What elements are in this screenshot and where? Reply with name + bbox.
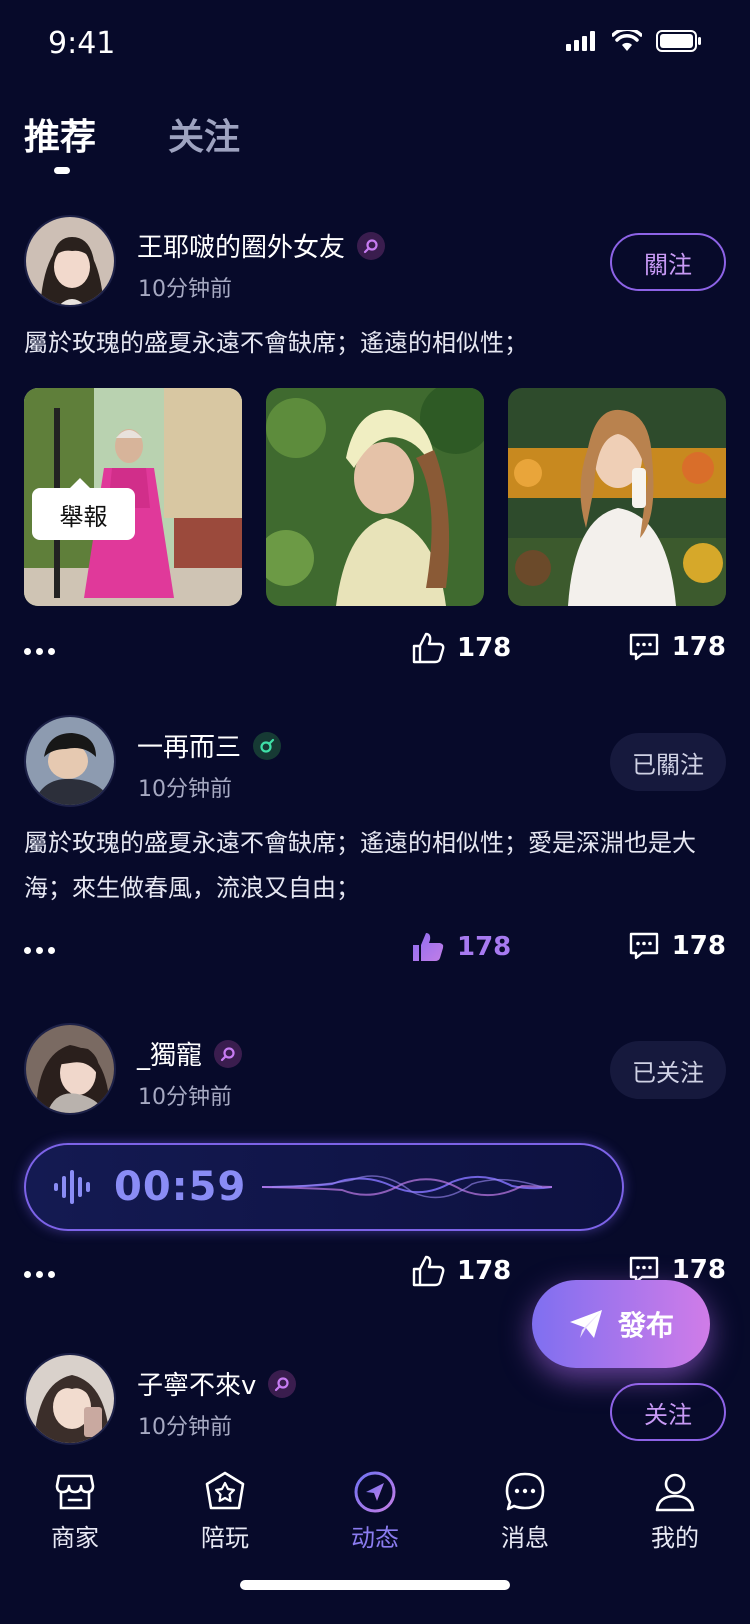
badge-star-icon [205,1471,245,1510]
username-text: 一再而三 [137,733,242,763]
like-button[interactable]: 178 [411,931,511,963]
female-icon [214,1039,243,1068]
avatar[interactable] [24,1353,116,1445]
status-icons [566,30,702,52]
post-header: 一再而三 10分钟前 已關注 [24,715,726,811]
comment-count: 178 [671,931,726,961]
more-button[interactable] [24,941,55,960]
nav-label: 消息 [501,1524,549,1552]
like-count: 178 [457,932,512,962]
post-header: _獨寵 10分钟前 已关注 [24,1023,726,1119]
comment-count: 178 [671,1255,726,1285]
comment-icon [629,633,658,661]
avatar[interactable] [24,1023,116,1115]
username[interactable]: 子寧不來v [137,1365,297,1402]
report-tooltip[interactable]: 舉報 [32,478,135,540]
post-text: 屬於玫瑰的盛夏永遠不會缺席；遙遠的相似性；愛是深淵也是大海；來生做春風，流浪又自… [24,829,696,902]
waveform-graphic [262,1175,553,1199]
audio-wave-icon [54,1170,90,1204]
battery-icon [656,30,701,52]
username-text: 子寧不來v [137,1371,257,1401]
nav-item-profile[interactable]: 我的 [625,1470,725,1553]
username[interactable]: 王耶啵的圈外女友 [137,227,386,264]
post-actions: 178 178 [24,626,726,690]
comment-icon [629,932,658,960]
send-icon [569,1310,602,1338]
username-text: 王耶啵的圈外女友 [137,233,346,263]
store-icon [55,1474,95,1510]
like-button[interactable]: 178 [411,1255,511,1287]
nav-label: 动态 [351,1524,399,1552]
publish-button[interactable]: 發布 [532,1280,710,1368]
post: 王耶啵的圈外女友 10分钟前 關注 屬於玫瑰的盛夏永遠不會缺席；遙遠的相似性； [0,215,750,695]
home-indicator [240,1580,510,1590]
tab-following[interactable]: 关注 [168,108,240,160]
status-time: 9:41 [48,26,116,61]
tab-indicator [54,167,70,174]
post-time: 10分钟前 [138,1085,232,1110]
post-photo[interactable] [508,388,726,606]
feed-tabs: 推荐 关注 [24,108,240,160]
following-button[interactable]: 已關注 [610,733,726,791]
female-icon [268,1369,297,1398]
bottom-nav: 商家 陪玩 动态 消息 我的 [0,1460,750,1624]
nav-item-store[interactable]: 商家 [25,1470,125,1553]
post-time: 10分钟前 [138,777,232,802]
post-time: 10分钟前 [138,1415,232,1440]
voice-message[interactable]: 00:59 [24,1143,624,1231]
feed[interactable]: 王耶啵的圈外女友 10分钟前 關注 屬於玫瑰的盛夏永遠不會缺席；遙遠的相似性； [0,215,750,1460]
post-actions: 178 178 [24,925,726,989]
following-button[interactable]: 已关注 [610,1041,726,1099]
comment-button[interactable]: 178 [628,931,726,961]
username[interactable]: 一再而三 [137,727,282,764]
thumb-up-icon [412,632,445,664]
message-icon [505,1472,545,1511]
status-bar: 9:41 [0,0,750,90]
more-button[interactable] [24,1265,55,1284]
compass-icon [354,1471,396,1513]
post-text: 屬於玫瑰的盛夏永遠不會缺席；遙遠的相似性； [24,329,528,357]
follow-button[interactable]: 關注 [610,233,726,291]
female-icon [357,231,386,260]
nav-item-messages[interactable]: 消息 [475,1470,575,1553]
tab-recommend[interactable]: 推荐 [24,108,96,160]
nav-item-feed[interactable]: 动态 [325,1470,425,1553]
avatar[interactable] [24,215,116,307]
comment-count: 178 [671,632,726,662]
wifi-icon [612,30,642,51]
like-count: 178 [457,1256,512,1286]
follow-button[interactable]: 关注 [610,1383,726,1441]
username-text: _獨寵 [137,1041,203,1071]
post-header: 王耶啵的圈外女友 10分钟前 關注 [24,215,726,311]
comment-button[interactable]: 178 [628,632,726,662]
like-count: 178 [457,633,512,663]
publish-label: 發布 [617,1309,674,1342]
user-icon [655,1473,695,1512]
like-button[interactable]: 178 [411,632,511,664]
avatar[interactable] [24,715,116,807]
thumb-up-icon [412,1255,445,1287]
nav-label: 陪玩 [201,1524,249,1552]
nav-item-companion[interactable]: 陪玩 [175,1470,275,1553]
more-button[interactable] [24,642,55,661]
post-photo[interactable] [266,388,484,606]
post-time: 10分钟前 [138,277,232,302]
post: 一再而三 10分钟前 已關注 屬於玫瑰的盛夏永遠不會缺席；遙遠的相似性；愛是深淵… [0,715,750,1005]
nav-label: 我的 [651,1524,699,1552]
male-icon [253,731,282,760]
thumb-up-filled-icon [413,933,444,961]
voice-duration: 00:59 [114,1164,247,1210]
post: 子寧不來v 10分钟前 关注 [0,1353,750,1460]
signal-icon [566,31,595,51]
username[interactable]: _獨寵 [137,1035,243,1072]
nav-label: 商家 [51,1524,99,1552]
